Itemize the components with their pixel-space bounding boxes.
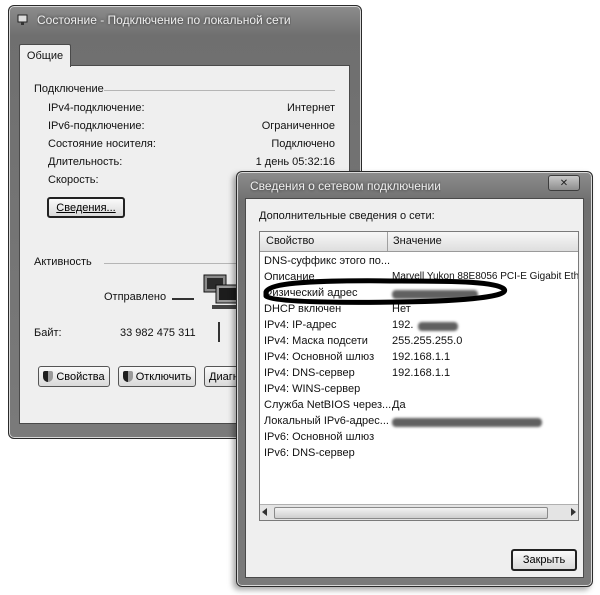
speed-label: Скорость: [48,174,99,186]
list-item[interactable]: IPv6: Основной шлюз [260,430,578,446]
property-name: Служба NetBIOS через... [264,399,392,411]
property-value: 192.168.1.1 [392,351,451,363]
property-value: 192. [392,319,414,331]
column-divider[interactable] [387,232,388,251]
property-name: IPv6: DNS-сервер [264,447,355,459]
property-name: DNS-суффикс этого по... [264,255,391,267]
horizontal-scrollbar[interactable] [260,504,578,520]
list-item[interactable]: DNS-суффикс этого по... [260,254,578,270]
duration-value: 1 день 05:32:16 [255,156,335,168]
status-window-titlebar[interactable]: Состояние - Подключение по локальной сет… [9,6,361,34]
list-item[interactable]: IPv6: DNS-сервер [260,446,578,462]
disable-button[interactable]: Отключить [118,366,196,387]
list-item[interactable]: Локальный IPv6-адрес... [260,414,578,430]
list-item[interactable]: IPv4: Маска подсети 255.255.255.0 [260,334,578,350]
scroll-left-icon[interactable] [262,508,267,516]
bytes-label: Байт: [34,327,62,339]
list-item[interactable]: Служба NetBIOS через... Да [260,398,578,414]
tab-general[interactable]: Общие [19,44,71,67]
property-value-redacted [418,320,458,332]
list-item[interactable]: IPv4: DNS-сервер 192.168.1.1 [260,366,578,382]
property-name: IPv4: Маска подсети [264,335,368,347]
ipv6-value: Ограниченное [261,120,335,132]
network-icon [17,14,28,25]
bytes-sent-value: 33 982 475 311 [120,327,196,339]
property-name: Локальный IPv6-адрес... [264,415,389,427]
property-name: IPv4: WINS-сервер [264,383,361,395]
list-item[interactable]: IPv4: Основной шлюз 192.168.1.1 [260,350,578,366]
connection-section-title: Подключение [34,83,104,95]
property-value: 255.255.255.0 [392,335,463,347]
details-window-titlebar[interactable]: Сведения о сетевом подключении [237,172,592,200]
highlight-ellipse [263,278,508,305]
details-heading: Дополнительные сведения о сети: [259,210,435,222]
close-button[interactable]: ✕ [548,175,580,191]
properties-button-label: Свойства [56,370,105,383]
scrollbar-thumb[interactable] [274,507,548,519]
column-header-value[interactable]: Значение [393,235,442,247]
close-icon: ✕ [559,177,569,189]
shield-icon [43,371,54,382]
details-window: Сведения о сетевом подключении ✕ Дополни… [236,171,593,587]
property-name: IPv6: Основной шлюз [264,431,375,443]
list-item[interactable]: IPv4: IP-адрес 192. [260,318,578,334]
activity-section-title: Активность [34,256,92,268]
properties-button[interactable]: Свойства [38,366,110,387]
property-value-redacted [392,416,542,428]
sent-line [172,298,194,300]
duration-label: Длительность: [48,156,123,168]
details-button-label: Сведения... [56,201,116,214]
properties-list[interactable]: Свойство Значение DNS-суффикс этого по..… [259,231,579,521]
tab-general-label: Общие [26,50,64,62]
ipv6-label: IPv6-подключение: [48,120,145,132]
list-header: Свойство Значение [260,232,578,252]
close-dialog-button[interactable]: Закрыть [511,549,577,571]
details-panel: Дополнительные сведения о сети: Свойство… [245,198,584,578]
sent-label: Отправлено [104,291,167,303]
ipv4-value: Интернет [287,102,335,114]
media-state-value: Подключено [271,138,335,150]
details-button[interactable]: Сведения... [47,197,125,218]
property-value: 192.168.1.1 [392,367,451,379]
property-value: Да [392,399,406,411]
section-divider [104,90,335,91]
status-window-title: Состояние - Подключение по локальной сет… [37,13,291,27]
details-window-title: Сведения о сетевом подключении [250,179,441,193]
property-name: IPv4: DNS-сервер [264,367,355,379]
scroll-right-icon[interactable] [571,508,576,516]
list-item[interactable]: IPv4: WINS-сервер [260,382,578,398]
disable-button-label: Отключить [135,370,192,383]
close-dialog-button-label: Закрыть [522,554,566,566]
media-state-label: Состояние носителя: [48,138,156,150]
diagnose-button-label: Диагн [209,370,239,383]
column-header-property[interactable]: Свойство [266,235,314,247]
bytes-divider [218,322,220,342]
property-name: IPv4: IP-адрес [264,319,337,331]
property-name: IPv4: Основной шлюз [264,351,375,363]
ipv4-label: IPv4-подключение: [48,102,145,114]
shield-icon [122,371,133,382]
